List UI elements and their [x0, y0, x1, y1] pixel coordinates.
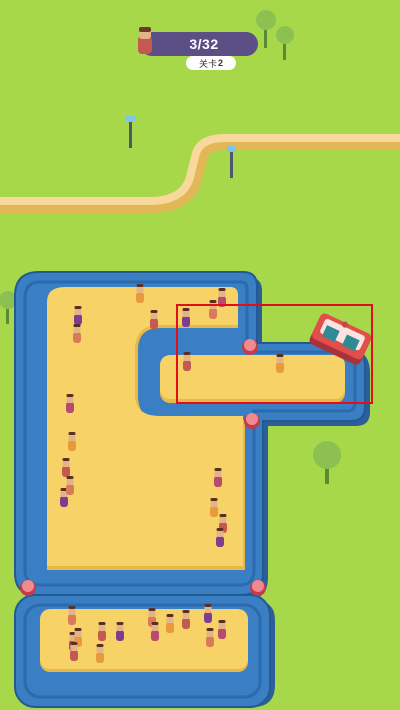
passenger — [70, 642, 78, 661]
game-stage[interactable]: 3/32 关卡 2 — [0, 0, 400, 710]
passenger — [204, 604, 212, 623]
passenger — [73, 324, 81, 343]
passenger — [218, 620, 226, 639]
passenger — [62, 458, 70, 477]
passenger — [66, 476, 74, 495]
passenger — [166, 614, 174, 633]
level-label: 关卡 — [198, 58, 217, 69]
passenger-count: 3/32 — [189, 36, 219, 52]
station-marker[interactable] — [250, 580, 266, 596]
passenger — [150, 310, 158, 329]
station-marker[interactable] — [20, 580, 36, 596]
passenger — [116, 622, 124, 641]
station-marker[interactable] — [244, 413, 260, 429]
passenger — [206, 628, 214, 647]
level-number: 2 — [218, 58, 224, 68]
passenger — [216, 528, 224, 547]
passenger — [68, 432, 76, 451]
passenger — [214, 468, 222, 487]
passenger-counter: 3/32 — [138, 27, 258, 56]
passenger — [74, 306, 82, 325]
person-icon — [138, 27, 152, 54]
passenger — [182, 610, 190, 629]
passenger — [96, 644, 104, 663]
passenger — [68, 606, 76, 625]
passenger — [136, 284, 144, 303]
level-indicator: 关卡 2 — [186, 56, 236, 70]
passenger — [98, 622, 106, 641]
passenger — [66, 394, 74, 413]
passenger — [210, 498, 218, 517]
passenger — [151, 622, 159, 641]
target-highlight-box — [176, 304, 373, 404]
